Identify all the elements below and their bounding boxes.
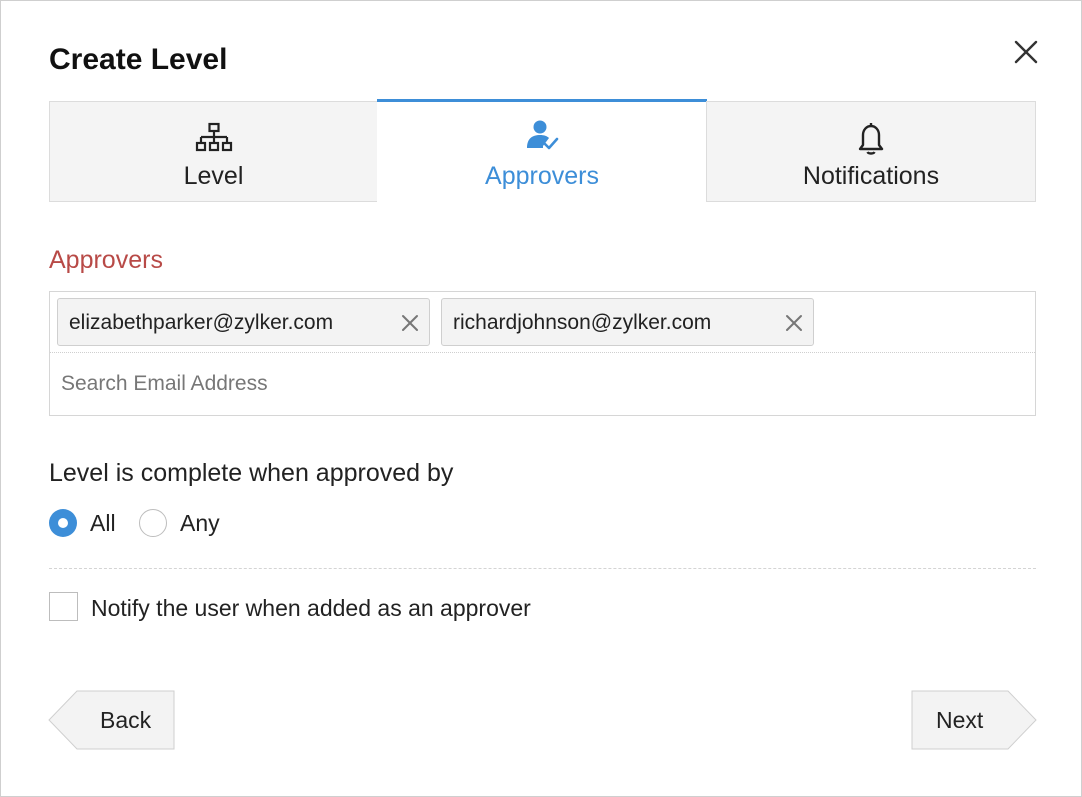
bell-icon xyxy=(858,123,884,155)
radio-any-indicator[interactable] xyxy=(139,509,167,537)
notify-option[interactable]: Notify the user when added as an approve… xyxy=(49,592,569,622)
radio-any-label: Any xyxy=(180,510,220,536)
create-level-dialog: Create Level Level Approvers Notificatio… xyxy=(0,0,1082,797)
next-button[interactable]: Next xyxy=(911,690,1037,750)
approvers-heading: Approvers xyxy=(49,246,163,274)
notify-checkbox[interactable] xyxy=(49,592,78,621)
hierarchy-icon xyxy=(195,122,232,152)
back-button-label: Back xyxy=(100,707,152,733)
dialog-title: Create Level xyxy=(49,43,228,76)
tab-notifications[interactable]: Notifications xyxy=(706,101,1036,202)
approver-chip: elizabethparker@zylker.com xyxy=(57,298,430,346)
radio-all-label: All xyxy=(90,510,116,536)
approvers-field: elizabethparker@zylker.com richardjohnso… xyxy=(49,291,1036,416)
tab-level[interactable]: Level xyxy=(49,101,378,202)
radio-any[interactable]: Any xyxy=(139,509,224,537)
close-icon xyxy=(1014,40,1038,64)
radio-all[interactable]: All xyxy=(49,509,119,537)
remove-approver-icon[interactable] xyxy=(785,314,803,332)
search-email-input[interactable] xyxy=(50,354,1035,414)
approver-chip-email: elizabethparker@zylker.com xyxy=(69,311,334,334)
next-button-label: Next xyxy=(936,707,984,733)
tab-bar: Level Approvers Notifications xyxy=(49,99,1036,204)
back-button[interactable]: Back xyxy=(48,690,176,750)
approver-chip-email: richardjohnson@zylker.com xyxy=(453,311,712,334)
tab-notifications-label: Notifications xyxy=(802,162,940,190)
approver-chip: richardjohnson@zylker.com xyxy=(441,298,814,346)
notify-label: Notify the user when added as an approve… xyxy=(91,595,531,621)
close-button[interactable] xyxy=(1009,35,1043,69)
radio-all-indicator[interactable] xyxy=(49,509,77,537)
field-divider xyxy=(50,352,1035,353)
tab-approvers-label: Approvers xyxy=(485,162,599,190)
tab-approvers[interactable]: Approvers xyxy=(377,99,707,204)
remove-approver-icon[interactable] xyxy=(401,314,419,332)
user-check-icon xyxy=(527,120,559,150)
section-divider xyxy=(49,568,1036,569)
completion-question: Level is complete when approved by xyxy=(49,459,454,487)
tab-level-label: Level xyxy=(183,162,244,190)
